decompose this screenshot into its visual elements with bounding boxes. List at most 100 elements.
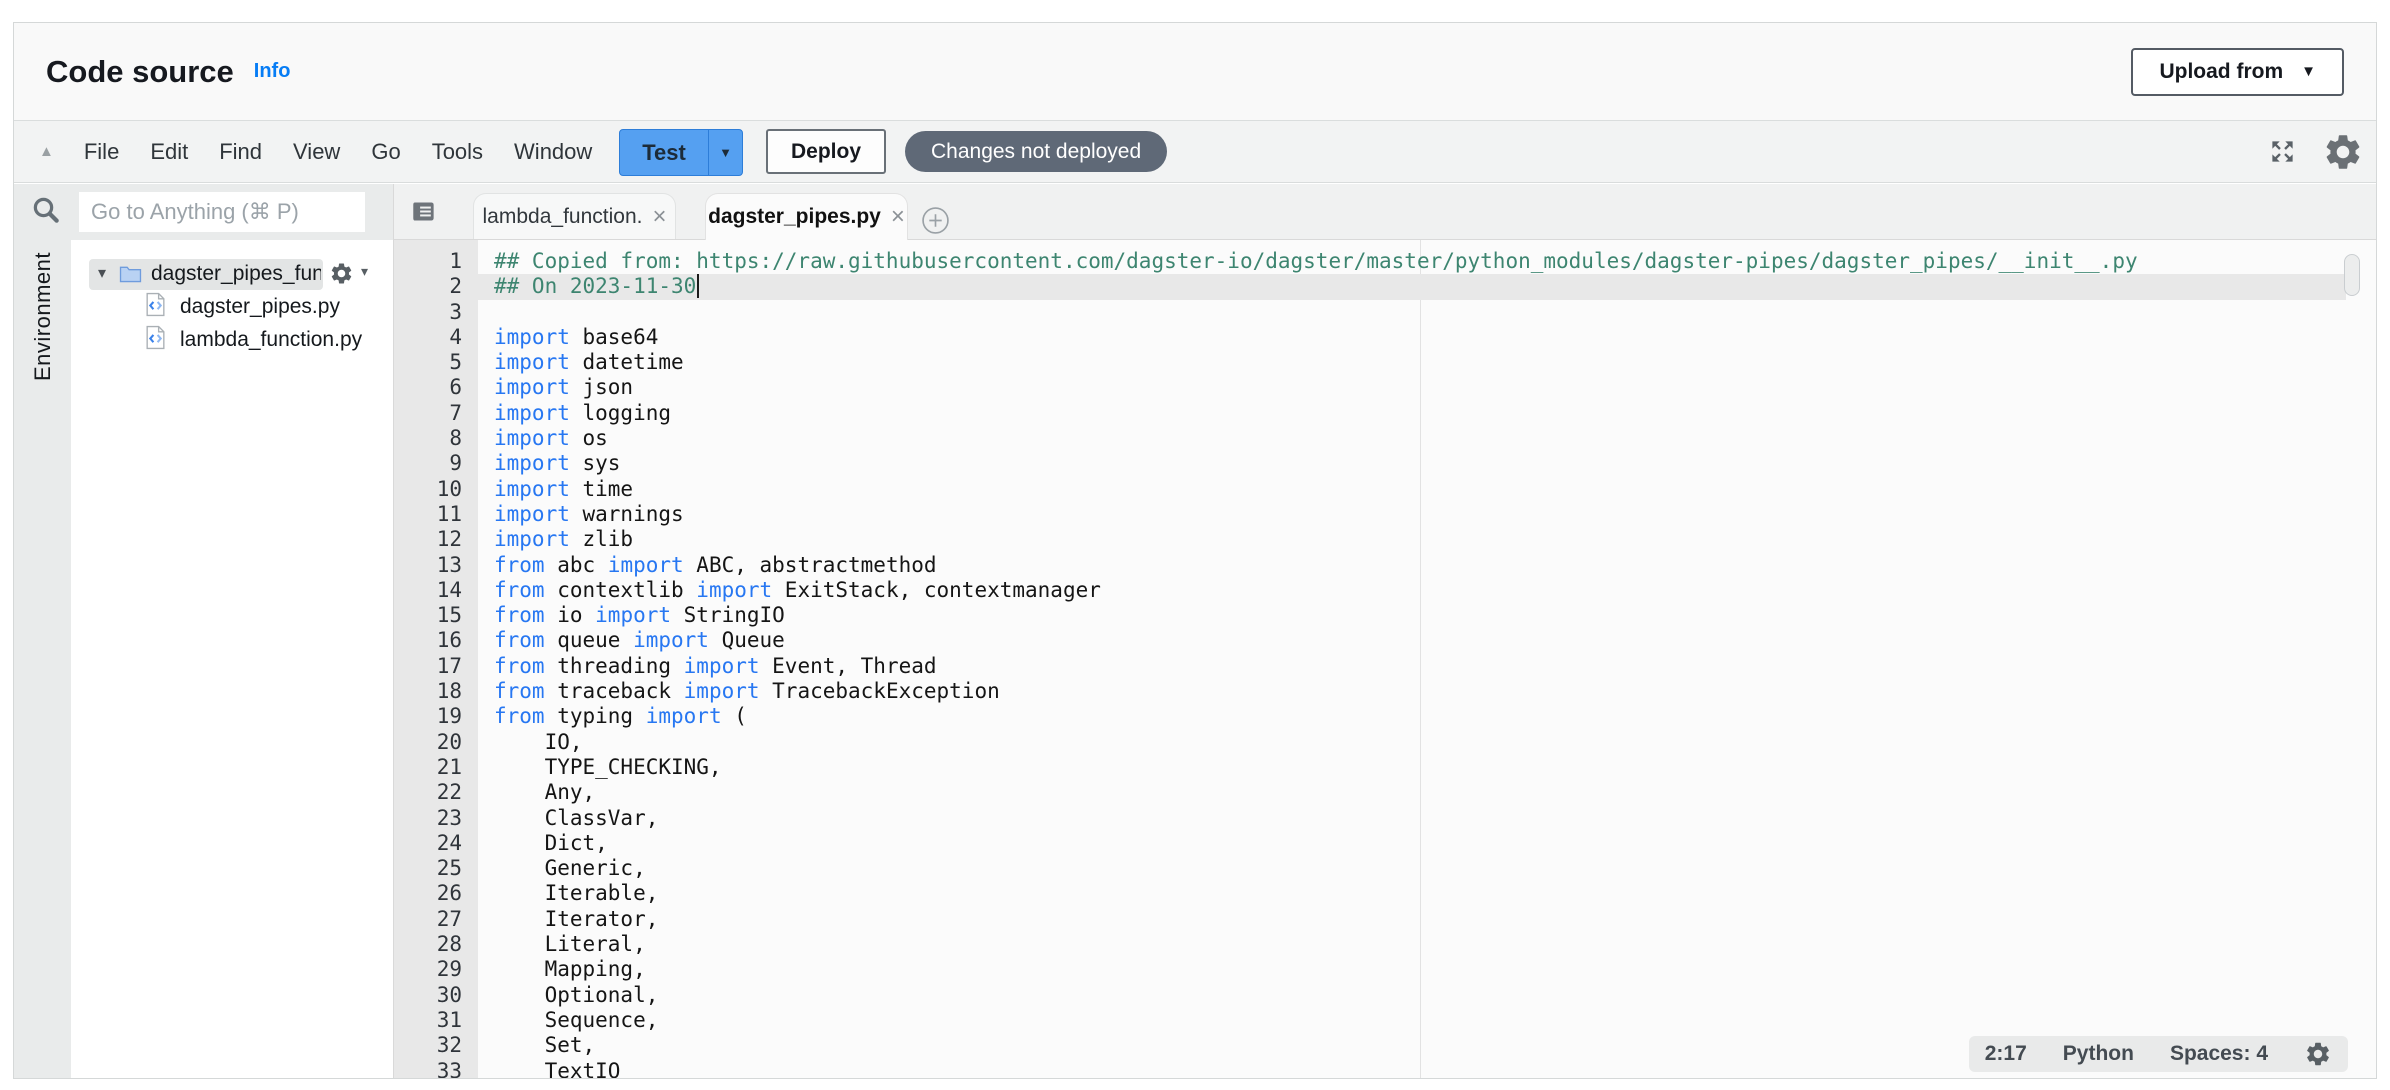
code-line[interactable]: 23 ClassVar, <box>394 806 2376 831</box>
settings-gear-icon[interactable] <box>2322 131 2364 173</box>
tree-folder-row[interactable]: ▾ dagster_pipes_funct ▾ <box>71 259 393 290</box>
code-line[interactable]: 28 Literal, <box>394 932 2376 957</box>
code-line[interactable]: 18from traceback import TracebackExcepti… <box>394 679 2376 704</box>
code-line[interactable]: 6import json <box>394 375 2376 400</box>
vertical-scrollbar[interactable] <box>2344 254 2360 296</box>
code-line[interactable]: 12import zlib <box>394 527 2376 552</box>
deploy-button[interactable]: Deploy <box>766 129 886 174</box>
code-line[interactable]: 21 TYPE_CHECKING, <box>394 755 2376 780</box>
code-line[interactable]: 22 Any, <box>394 780 2376 805</box>
menu-items: File Edit Find View Go Tools Window <box>84 139 592 165</box>
tree-settings-gear-icon[interactable] <box>329 261 354 291</box>
code-line[interactable]: 9import sys <box>394 451 2376 476</box>
tab-list-icon[interactable] <box>410 198 437 230</box>
code-line[interactable]: 13from abc import ABC, abstractmethod <box>394 553 2376 578</box>
line-number: 30 <box>394 983 478 1008</box>
goto-anything-input[interactable] <box>79 192 365 232</box>
goto-anything-bar <box>14 184 393 240</box>
code-text: import datetime <box>478 350 684 375</box>
folder-expand-caret-icon[interactable]: ▾ <box>98 263 106 283</box>
code-line[interactable]: 26 Iterable, <box>394 881 2376 906</box>
cursor-position[interactable]: 2:17 <box>1985 1041 2027 1066</box>
indent-setting[interactable]: Spaces: 4 <box>2170 1041 2268 1066</box>
tree-item-dagster_pipes.py[interactable]: dagster_pipes.py <box>71 290 393 323</box>
menu-item-find[interactable]: Find <box>219 139 262 165</box>
code-text: Generic, <box>478 856 646 881</box>
code-editor[interactable]: 1## Copied from: https://raw.githubuserc… <box>394 240 2376 1078</box>
line-number: 6 <box>394 375 478 400</box>
tab-close-icon[interactable]: × <box>652 205 666 229</box>
language-mode[interactable]: Python <box>2063 1041 2134 1066</box>
line-number: 5 <box>394 350 478 375</box>
tab-dagster_pipes.py[interactable]: dagster_pipes.py× <box>705 193 908 240</box>
collapse-panel-icon[interactable]: ▲ <box>39 143 54 160</box>
line-number: 1 <box>394 249 478 274</box>
line-number: 33 <box>394 1059 478 1079</box>
menu-item-go[interactable]: Go <box>371 139 400 165</box>
tree-files: dagster_pipes.py lambda_function.py <box>71 290 393 356</box>
code-line[interactable]: 10import time <box>394 477 2376 502</box>
new-tab-plus-icon[interactable] <box>921 206 950 240</box>
code-line[interactable]: 20 IO, <box>394 730 2376 755</box>
page-title: Code source <box>46 54 234 90</box>
code-text: ## Copied from: https://raw.githubuserco… <box>478 249 2138 274</box>
code-line[interactable]: 30 Optional, <box>394 983 2376 1008</box>
code-text: from traceback import TracebackException <box>478 679 1000 704</box>
code-line[interactable]: 8import os <box>394 426 2376 451</box>
menu-item-view[interactable]: View <box>293 139 340 165</box>
info-link[interactable]: Info <box>254 60 291 83</box>
code-line[interactable]: 7import logging <box>394 401 2376 426</box>
code-line[interactable]: 15from io import StringIO <box>394 603 2376 628</box>
menu-item-window[interactable]: Window <box>514 139 592 165</box>
tab-lambda_function.[interactable]: lambda_function. × <box>473 193 676 239</box>
code-line[interactable]: 16from queue import Queue <box>394 628 2376 653</box>
upload-from-label: Upload from <box>2159 60 2283 84</box>
code-line[interactable]: 2## On 2023-11-30 <box>394 274 2346 299</box>
chevron-down-icon: ▼ <box>2301 64 2316 79</box>
line-number: 16 <box>394 628 478 653</box>
menu-item-tools[interactable]: Tools <box>432 139 483 165</box>
code-text: from typing import ( <box>478 704 747 729</box>
code-text <box>478 300 494 325</box>
test-split-button[interactable]: Test ▼ <box>619 129 743 176</box>
line-number: 27 <box>394 907 478 932</box>
test-dropdown-caret-icon[interactable]: ▼ <box>708 130 742 175</box>
tree-item-lambda_function.py[interactable]: lambda_function.py <box>71 323 393 356</box>
fullscreen-icon[interactable] <box>2269 138 2296 165</box>
code-lines: 1## Copied from: https://raw.githubuserc… <box>394 249 2376 1078</box>
line-number: 14 <box>394 578 478 603</box>
statusbar-gear-icon[interactable] <box>2304 1040 2332 1068</box>
code-text: from contextlib import ExitStack, contex… <box>478 578 1101 603</box>
tab-close-icon[interactable]: × <box>891 205 905 229</box>
file-label: dagster_pipes.py <box>180 295 340 319</box>
line-number: 7 <box>394 401 478 426</box>
code-text: Mapping, <box>478 957 646 982</box>
line-number: 4 <box>394 325 478 350</box>
upload-from-button[interactable]: Upload from ▼ <box>2131 48 2344 96</box>
code-line[interactable]: 25 Generic, <box>394 856 2376 881</box>
code-line[interactable]: 17from threading import Event, Thread <box>394 654 2376 679</box>
code-line[interactable]: 31 Sequence, <box>394 1008 2376 1033</box>
code-line[interactable]: 1## Copied from: https://raw.githubuserc… <box>394 249 2376 274</box>
tree-gear-caret-icon[interactable]: ▾ <box>361 263 368 280</box>
text-cursor <box>697 274 699 298</box>
line-number: 12 <box>394 527 478 552</box>
search-icon[interactable] <box>31 195 61 230</box>
tab-label: lambda_function. <box>483 205 643 229</box>
code-line[interactable]: 19from typing import ( <box>394 704 2376 729</box>
code-line[interactable]: 3 <box>394 300 2376 325</box>
menu-item-file[interactable]: File <box>84 139 119 165</box>
code-line[interactable]: 14from contextlib import ExitStack, cont… <box>394 578 2376 603</box>
environment-strip[interactable]: Environment <box>14 240 71 1078</box>
code-line[interactable]: 24 Dict, <box>394 831 2376 856</box>
code-line[interactable]: 11import warnings <box>394 502 2376 527</box>
code-line[interactable]: 4import base64 <box>394 325 2376 350</box>
code-line[interactable]: 27 Iterator, <box>394 907 2376 932</box>
test-button[interactable]: Test <box>620 130 708 175</box>
code-text: Literal, <box>478 932 646 957</box>
ide-content: Environment ▾ dagster_pipes_funct <box>14 184 2376 1078</box>
code-text: from abc import ABC, abstractmethod <box>478 553 937 578</box>
code-line[interactable]: 5import datetime <box>394 350 2376 375</box>
code-line[interactable]: 29 Mapping, <box>394 957 2376 982</box>
menu-item-edit[interactable]: Edit <box>150 139 188 165</box>
